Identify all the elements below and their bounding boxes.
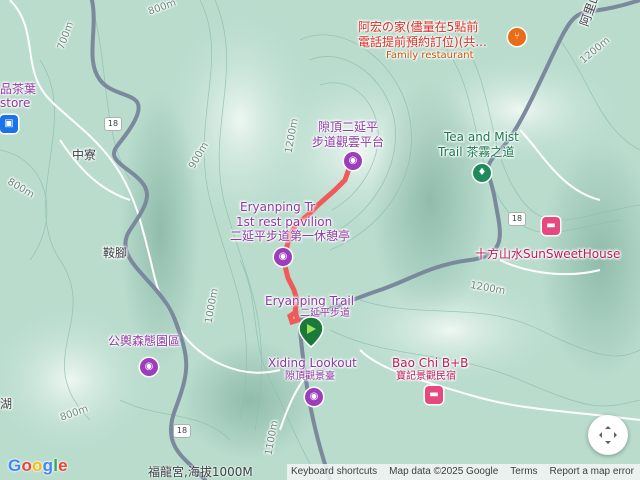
hiking-icon[interactable]: ♦ [473,164,491,182]
camera-icon[interactable]: ◉ [140,358,158,376]
pavilion-label-en2[interactable]: 1st rest pavilion [236,215,332,229]
viewpoint-label[interactable]: 步道觀雲平台 [312,135,384,149]
altitude-label: 福龍宮,海拔1000M [148,465,253,479]
village-label: 鞍腳 [103,246,128,260]
map-data-attribution: Map data ©2025 Google [389,466,499,477]
shopping-bag-icon[interactable]: ▣ [0,115,18,133]
bed-icon[interactable]: ▬ [425,386,443,404]
fork-knife-icon[interactable]: ⑂ [508,28,526,46]
fullscreen-icon [599,426,617,444]
report-error-link[interactable]: Report a map error [550,464,634,480]
restaurant-label-zh2[interactable]: 電話提前預約訂位)(共... [358,35,487,49]
lake-label: 湖 [0,397,13,411]
route-18-shield: 18 [104,117,122,131]
village-label: 中寮 [72,148,97,162]
map-footer: Keyboard shortcuts Map data ©2025 Google… [287,464,640,480]
pavilion-label-zh[interactable]: 二延平步道第一休憩亭 [230,229,350,243]
trail-start-label-en[interactable]: Eryanping Trail [265,294,354,308]
shop-label-zh[interactable]: 品茶葉 [0,82,36,96]
camera-icon[interactable]: ◉ [274,248,292,266]
camera-icon[interactable]: ◉ [344,152,362,170]
bnb-label-zh[interactable]: 寶記景觀民宿 [396,371,456,383]
bnb-label-en[interactable]: Bao Chi B+B [392,356,468,370]
route-18-shield: 18 [508,212,526,226]
keyboard-shortcuts-link[interactable]: Keyboard shortcuts [291,464,377,480]
trail-label-en[interactable]: Tea and Mist [444,130,519,144]
lookout-label-en[interactable]: Xiding Lookout [268,356,357,370]
lookout-label-zh[interactable]: 隙頂觀景臺 [285,371,335,383]
park-label[interactable]: 公輿森態園區 [108,334,180,348]
trail-start-pin[interactable] [297,315,325,349]
trail-label-zh[interactable]: Trail 茶霧之道 [438,145,514,159]
route-18-shield: 18 [173,424,191,438]
restaurant-label-zh[interactable]: 阿宏の家(儘量在5點前 [358,20,478,34]
terms-link[interactable]: Terms [510,464,537,480]
viewpoint-label[interactable]: 隙頂二延平 [318,120,378,134]
fullscreen-button[interactable] [588,415,628,455]
camera-icon[interactable]: ◉ [305,388,323,406]
pavilion-label-en[interactable]: Eryanping Tr [240,200,315,214]
bed-icon[interactable]: ▬ [542,217,560,235]
shop-label-en[interactable]: store [0,96,30,110]
google-logo: Google [8,456,68,475]
lodging-label[interactable]: 十方山水SunSweetHouse [475,247,620,261]
restaurant-category: Family restaurant [386,50,474,61]
